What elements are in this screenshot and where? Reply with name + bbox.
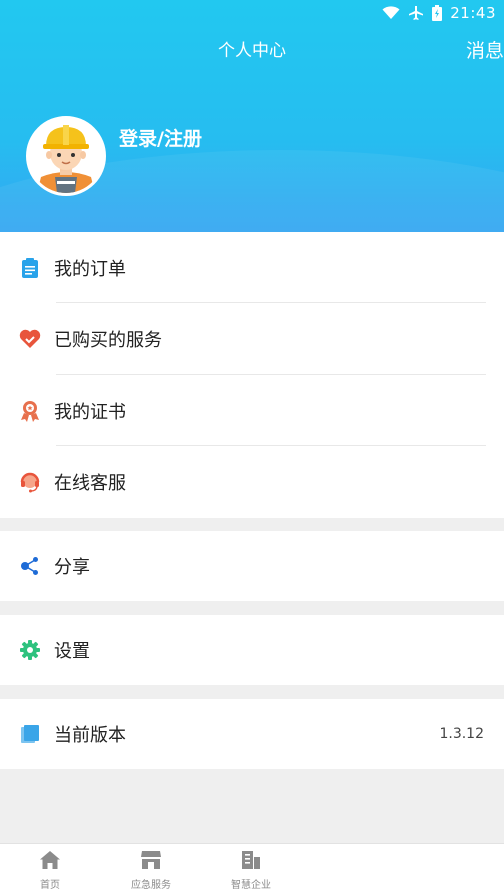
worker-avatar-icon	[29, 119, 103, 193]
menu-item-label: 设置	[54, 641, 90, 662]
tab-label: 智慧企业	[231, 880, 271, 891]
menu-item-label: 已购买的服务	[54, 330, 162, 351]
menu-item-label: 我的订单	[54, 258, 126, 280]
menu-group-share: 分享	[0, 531, 504, 601]
airplane-icon	[408, 5, 424, 21]
menu-item-label: 当前版本	[54, 725, 126, 746]
menu-item-version[interactable]: 当前版本 1.3.12	[0, 699, 504, 769]
tab-emergency-services[interactable]: 应急服务	[121, 850, 181, 891]
home-icon	[20, 850, 80, 872]
award-ribbon-icon	[18, 399, 42, 423]
menu-item-orders[interactable]: 我的订单	[0, 232, 504, 303]
profile-header: 21:43 个人中心 消息 登录/注册	[0, 0, 504, 232]
page-title: 个人中心	[218, 41, 286, 61]
menu-item-certificates[interactable]: 我的证书	[0, 375, 504, 446]
gear-icon	[18, 638, 42, 662]
menu-group-settings: 设置	[0, 615, 504, 685]
menu-group-main: 我的订单 已购买的服务 我的证书 在线客服	[0, 232, 504, 518]
tab-label: 首页	[40, 880, 60, 891]
book-icon	[18, 722, 42, 746]
version-number: 1.3.12	[439, 726, 484, 742]
avatar[interactable]	[26, 116, 106, 196]
clipboard-icon	[18, 256, 42, 280]
bottom-navigation: 首页 应急服务 智慧企业	[0, 843, 504, 896]
messages-link[interactable]: 消息	[466, 36, 504, 63]
tab-label: 应急服务	[131, 880, 171, 891]
menu-group-version: 当前版本 1.3.12	[0, 699, 504, 769]
tab-home[interactable]: 首页	[20, 850, 80, 891]
share-icon	[18, 554, 42, 578]
menu-item-label: 分享	[54, 557, 90, 578]
menu-item-settings[interactable]: 设置	[0, 615, 504, 685]
tab-smart-enterprise[interactable]: 智慧企业	[221, 850, 281, 891]
menu-item-purchased-services[interactable]: 已购买的服务	[0, 303, 504, 375]
battery-icon	[432, 5, 443, 21]
menu-item-online-support[interactable]: 在线客服	[0, 446, 504, 518]
menu-item-label: 我的证书	[54, 401, 126, 423]
headset-icon	[18, 470, 42, 494]
login-register-link[interactable]: 登录/注册	[119, 124, 202, 151]
menu-item-share[interactable]: 分享	[0, 531, 504, 601]
clock: 21:43	[450, 4, 496, 22]
building-icon	[221, 850, 281, 872]
wifi-icon	[382, 6, 400, 20]
heart-icon	[18, 327, 42, 351]
store-icon	[121, 850, 181, 872]
status-bar: 21:43	[0, 0, 504, 26]
menu-item-label: 在线客服	[54, 473, 126, 494]
